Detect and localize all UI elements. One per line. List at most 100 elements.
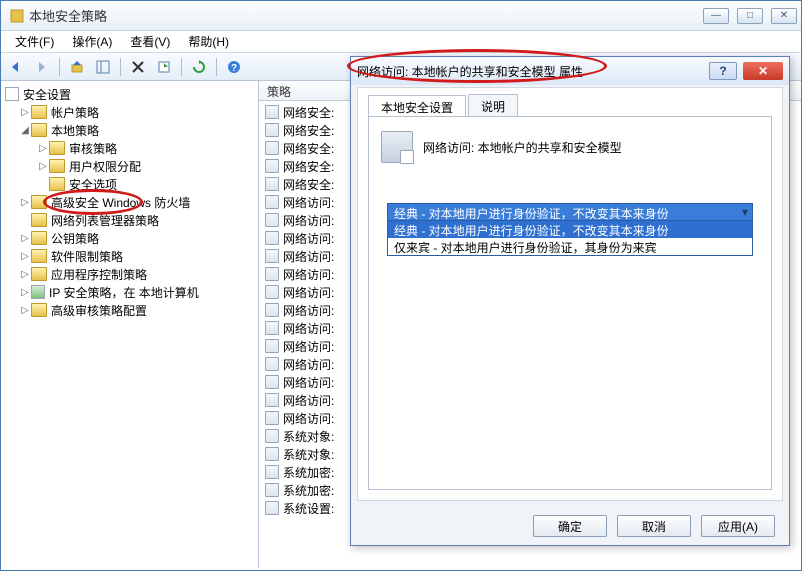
expand-icon[interactable]: ▷ — [19, 251, 31, 262]
delete-button[interactable] — [127, 56, 149, 78]
policy-item-label: 网络访问: — [283, 212, 334, 229]
policy-item-icon — [265, 213, 279, 227]
expand-icon[interactable]: ▷ — [19, 107, 31, 118]
tree-item[interactable]: ▷审核策略 — [35, 139, 256, 157]
expand-icon[interactable]: ▷ — [19, 287, 31, 298]
folder-icon — [49, 141, 65, 155]
policy-item-label: 网络访问: — [283, 248, 334, 265]
apply-button[interactable]: 应用(A) — [701, 515, 775, 537]
dropdown-selected[interactable]: 经典 - 对本地用户进行身份验证，不改变其本来身份 — [387, 203, 753, 221]
menu-help[interactable]: 帮助(H) — [180, 31, 237, 52]
tree-item[interactable]: 安全选项 — [35, 175, 256, 193]
expand-icon[interactable]: ▷ — [19, 197, 31, 208]
policy-item-label: 网络访问: — [283, 230, 334, 247]
ok-button[interactable]: 确定 — [533, 515, 607, 537]
dialog-footer: 确定 取消 应用(A) — [351, 507, 789, 545]
tree-root-label: 安全设置 — [23, 86, 71, 103]
dialog-tabs: 本地安全设置 说明 — [368, 94, 772, 116]
folder-icon — [49, 177, 65, 191]
menu-view[interactable]: 查看(V) — [122, 31, 178, 52]
policy-description: 网络访问: 本地帐户的共享和安全模型 — [423, 139, 622, 156]
expand-icon[interactable]: ▷ — [19, 305, 31, 316]
security-model-dropdown[interactable]: 经典 - 对本地用户进行身份验证，不改变其本来身份 经典 - 对本地用户进行身份… — [387, 203, 753, 256]
tab-explain[interactable]: 说明 — [468, 94, 518, 116]
tree-item[interactable]: ◢ 本地策略 — [17, 121, 256, 139]
dropdown-option-classic[interactable]: 经典 - 对本地用户进行身份验证，不改变其本来身份 — [388, 221, 752, 238]
expand-icon[interactable]: ▷ — [37, 161, 49, 172]
folder-icon — [31, 105, 47, 119]
policy-item-label: 网络访问: — [283, 320, 334, 337]
expand-icon[interactable]: ▷ — [37, 143, 49, 154]
tree-item[interactable]: ▷应用程序控制策略 — [17, 265, 256, 283]
policy-item-label: 系统对象: — [283, 428, 334, 445]
policy-item-icon — [265, 105, 279, 119]
dropdown-list: 经典 - 对本地用户进行身份验证，不改变其本来身份 仅来宾 - 对本地用户进行身… — [387, 221, 753, 256]
policy-item-icon — [265, 501, 279, 515]
tab-local-security[interactable]: 本地安全设置 — [368, 95, 466, 117]
policy-item-icon — [265, 429, 279, 443]
folder-icon — [31, 123, 47, 137]
tree-item[interactable]: ▷IP 安全策略，在 本地计算机 — [17, 283, 256, 301]
policy-item-label: 网络访问: — [283, 374, 334, 391]
policy-item-icon — [265, 177, 279, 191]
dialog-title: 网络访问: 本地帐户的共享和安全模型 属性 — [357, 63, 709, 80]
expand-icon[interactable]: ▷ — [19, 269, 31, 280]
tree-root[interactable]: 安全设置 — [3, 85, 256, 103]
properties-dialog: 网络访问: 本地帐户的共享和安全模型 属性 ? ✕ 本地安全设置 说明 网络访问… — [350, 56, 790, 546]
tree-item[interactable]: ▷ 公钥策略 — [17, 229, 256, 247]
menu-action[interactable]: 操作(A) — [64, 31, 120, 52]
app-icon — [9, 8, 25, 24]
policy-item-label: 网络访问: — [283, 410, 334, 427]
menu-file[interactable]: 文件(F) — [7, 31, 62, 52]
policy-item-icon — [265, 447, 279, 461]
refresh-button[interactable] — [188, 56, 210, 78]
minimize-button[interactable]: ― — [703, 8, 729, 24]
show-hide-tree-button[interactable] — [92, 56, 114, 78]
policy-item-icon — [265, 195, 279, 209]
policy-item-icon — [265, 375, 279, 389]
expand-icon[interactable]: ◢ — [19, 125, 31, 136]
dialog-close-button[interactable]: ✕ — [743, 62, 783, 80]
policy-item-label: 网络安全: — [283, 158, 334, 175]
folder-icon — [31, 195, 47, 209]
cancel-button[interactable]: 取消 — [617, 515, 691, 537]
policy-item-label: 系统对象: — [283, 446, 334, 463]
tree-item[interactable]: ▷软件限制策略 — [17, 247, 256, 265]
policy-item-icon — [265, 321, 279, 335]
up-button[interactable] — [66, 56, 88, 78]
policy-item-label: 系统设置: — [283, 500, 334, 517]
menubar: 文件(F) 操作(A) 查看(V) 帮助(H) — [1, 31, 801, 53]
forward-button[interactable] — [31, 56, 53, 78]
tree-item-label: 公钥策略 — [51, 230, 99, 247]
dialog-titlebar: 网络访问: 本地帐户的共享和安全模型 属性 ? ✕ — [351, 57, 789, 85]
policy-item-icon — [265, 249, 279, 263]
svg-text:?: ? — [231, 63, 237, 74]
policy-item-icon — [265, 159, 279, 173]
back-button[interactable] — [5, 56, 27, 78]
settings-icon — [5, 87, 19, 101]
tree-item[interactable]: ▷用户权限分配 — [35, 157, 256, 175]
dropdown-option-guest[interactable]: 仅来宾 - 对本地用户进行身份验证，其身份为来宾 — [388, 238, 752, 255]
policy-item-icon — [265, 231, 279, 245]
ip-policy-icon — [31, 285, 45, 299]
folder-icon — [31, 213, 47, 227]
close-window-button[interactable]: ✕ — [771, 8, 797, 24]
policy-item-label: 网络安全: — [283, 104, 334, 121]
tree-item[interactable]: 网络列表管理器策略 — [17, 211, 256, 229]
tree-item-label: 高级安全 Windows 防火墙 — [51, 194, 190, 211]
folder-icon — [49, 159, 65, 173]
tree-item[interactable]: ▷帐户策略 — [17, 103, 256, 121]
policy-item-icon — [265, 357, 279, 371]
policy-item-icon — [265, 303, 279, 317]
policy-item-label: 网络访问: — [283, 284, 334, 301]
tree-item[interactable]: ▷高级审核策略配置 — [17, 301, 256, 319]
maximize-button[interactable]: □ — [737, 8, 763, 24]
tree-item-label: 本地策略 — [51, 122, 99, 139]
help-button[interactable]: ? — [223, 56, 245, 78]
expand-icon[interactable]: ▷ — [19, 233, 31, 244]
tree-item[interactable]: ▷ 高级安全 Windows 防火墙 — [17, 193, 256, 211]
policy-item-icon — [265, 411, 279, 425]
export-button[interactable] — [153, 56, 175, 78]
policy-item-icon — [265, 339, 279, 353]
dialog-help-button[interactable]: ? — [709, 62, 737, 80]
